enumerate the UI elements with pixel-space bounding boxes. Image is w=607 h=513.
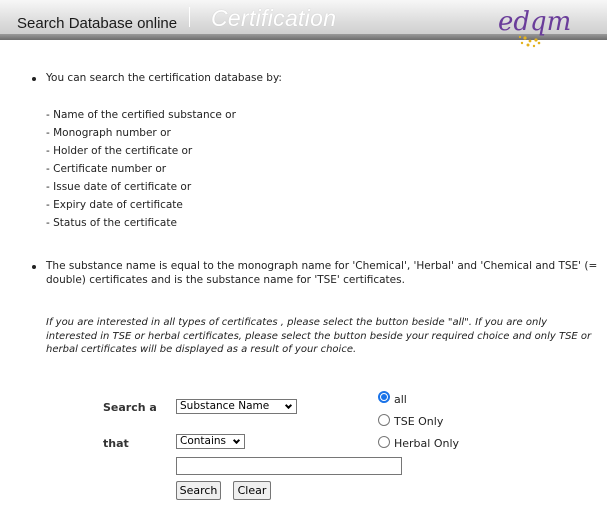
radio-herbal-only[interactable] (378, 436, 390, 448)
instructions-text: If you are interested in all types of ce… (46, 317, 592, 355)
criteria-item: - Status of the certificate (46, 217, 177, 229)
criteria-item: - Issue date of certificate or (46, 181, 192, 193)
radio-herbal-only-label: Herbal Only (394, 437, 460, 450)
search-input[interactable] (176, 457, 402, 475)
radio-tse-only[interactable] (378, 414, 390, 426)
operator-select[interactable]: Contains (176, 434, 245, 449)
radio-all[interactable] (378, 391, 390, 403)
criteria-item: - Holder of the certificate or (46, 145, 193, 157)
intro-lead: You can search the certification databas… (46, 72, 282, 84)
header-separator (189, 7, 190, 27)
that-label: that (103, 437, 129, 450)
clear-button[interactable]: Clear (233, 481, 271, 500)
criteria-item: - Expiry date of certificate (46, 199, 183, 211)
search-a-label: Search a (103, 401, 157, 414)
radio-all-label: all (394, 393, 407, 406)
search-button[interactable]: Search (176, 481, 221, 500)
bullet (32, 77, 36, 81)
note-line-1: The substance name is equal to the monog… (46, 260, 598, 272)
svg-text:edqm: edqm (498, 7, 571, 37)
page-title: Search Database online (17, 15, 178, 32)
criteria-item: - Name of the certified substance or (46, 109, 236, 121)
chevron-down-icon (232, 436, 241, 445)
chevron-down-icon (284, 401, 293, 410)
operator-select-value: Contains (180, 435, 227, 447)
field-select-value: Substance Name (180, 400, 270, 412)
edqm-logo: edqm (498, 7, 571, 48)
note-line-2: double) certificates and is the substanc… (46, 274, 405, 286)
bullet (32, 265, 36, 269)
section-title: Certification (211, 5, 337, 31)
criteria-item: - Monograph number or (46, 127, 171, 139)
field-select[interactable]: Substance Name (176, 399, 297, 414)
radio-tse-only-label: TSE Only (394, 415, 444, 428)
criteria-item: - Certificate number or (46, 163, 167, 175)
